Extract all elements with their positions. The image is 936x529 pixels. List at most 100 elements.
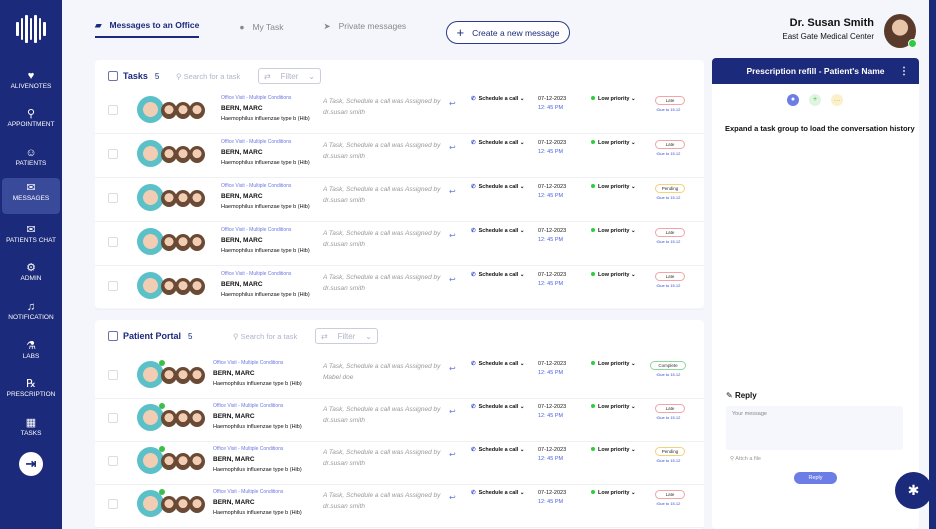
select-all-checkbox[interactable] — [108, 331, 118, 341]
select-all-checkbox[interactable] — [108, 71, 118, 81]
visit-category[interactable]: Office Visit - Multiple Conditions — [221, 271, 311, 277]
patient-name: BERN, MARC — [213, 413, 255, 420]
action-dropdown[interactable]: ✆ Schedule a call ⌄ — [471, 490, 525, 496]
priority-dropdown[interactable]: Low priority ⌄ — [591, 404, 636, 410]
priority-dropdown[interactable]: Low priority ⌄ — [591, 184, 636, 190]
priority-dropdown[interactable]: Low priority ⌄ — [591, 96, 636, 102]
reply-icon[interactable]: ↩ — [449, 143, 456, 152]
sidebar-item-patients-chat[interactable]: ✉ PATIENTS CHAT — [2, 220, 60, 256]
tab-messages-to-office[interactable]: ▰ Messages to an Office — [95, 20, 200, 38]
table-row[interactable]: Office Visit - Multiple Conditions BERN, … — [95, 222, 704, 266]
reply-icon[interactable]: ↩ — [449, 187, 456, 196]
reply-icon[interactable]: ↩ — [449, 231, 456, 240]
reply-button[interactable]: Reply — [794, 472, 837, 484]
priority-dropdown[interactable]: Low priority ⌄ — [591, 140, 636, 146]
sidebar-item-tasks[interactable]: ▦ TASKS — [2, 413, 60, 449]
action-dropdown[interactable]: ✆ Schedule a call ⌄ — [471, 228, 525, 234]
row-checkbox[interactable] — [108, 413, 118, 423]
tab-private-messages[interactable]: ➤ Private messages — [323, 21, 406, 37]
table-row[interactable]: Office Visit - Multiple Conditions BERN, … — [95, 90, 704, 134]
action-dropdown[interactable]: ✆ Schedule a call ⌄ — [471, 272, 525, 278]
table-row[interactable]: Office Visit - Multiple Conditions BERN, … — [95, 266, 704, 310]
user-icon[interactable]: ● — [787, 94, 799, 106]
filter-icon: ⇄ — [321, 331, 328, 341]
action-dropdown[interactable]: ✆ Schedule a call ⌄ — [471, 361, 525, 367]
priority-label: Low priority — [598, 184, 630, 190]
filter-label: Filter — [280, 71, 299, 81]
priority-dropdown[interactable]: Low priority ⌄ — [591, 272, 636, 278]
table-row[interactable]: Office Visit - Multiple Conditions BERN, … — [95, 134, 704, 178]
visit-category[interactable]: Office Visit - Multiple Conditions — [213, 446, 313, 452]
reply-icon[interactable]: ↩ — [449, 364, 456, 373]
filter-dropdown[interactable]: ⇄ Filter ⌄ — [315, 328, 378, 344]
avatar — [137, 184, 164, 211]
diagnosis: Haemophilus influenzae type b (Hib) — [213, 467, 302, 473]
priority-dropdown[interactable]: Low priority ⌄ — [591, 228, 636, 234]
logout-button[interactable]: ⇥ — [19, 452, 43, 476]
more-icon[interactable]: … — [831, 94, 843, 106]
sidebar-item-prescription[interactable]: ℞ PRESCRIPTION — [2, 374, 60, 410]
sidebar-item-labs[interactable]: ⚗ LABS — [2, 336, 60, 372]
priority-dropdown[interactable]: Low priority ⌄ — [591, 361, 636, 367]
row-checkbox[interactable] — [108, 193, 118, 203]
search-input[interactable]: ⚲ Search for a task — [233, 332, 297, 341]
search-input[interactable]: ⚲ Search for a task — [176, 72, 240, 81]
table-row[interactable]: Office Visit - Multiple Conditions BERN, … — [95, 441, 704, 485]
row-checkbox[interactable] — [108, 370, 118, 380]
time-value: 12: 45 PM — [538, 370, 564, 376]
row-checkbox[interactable] — [108, 237, 118, 247]
visit-category[interactable]: Office Visit - Multiple Conditions — [213, 360, 313, 366]
message-input[interactable]: Your message — [726, 406, 903, 450]
visit-category[interactable]: Office Visit - Multiple Conditions — [213, 489, 313, 495]
scrollbar[interactable] — [929, 0, 936, 529]
user-avatar[interactable] — [884, 14, 917, 48]
due-date: ▫Due to 15.12 — [656, 458, 681, 463]
assignment-text: A Task, Schedule a call was Assigned by … — [323, 230, 441, 248]
section-title: Patient Portal — [123, 331, 182, 341]
priority-dropdown[interactable]: Low priority ⌄ — [591, 447, 636, 453]
row-checkbox[interactable] — [108, 456, 118, 466]
table-row[interactable]: Office Visit - Multiple Conditions BERN, … — [95, 398, 704, 442]
assistant-fab[interactable]: ✱ — [895, 472, 932, 509]
table-row[interactable]: Office Visit - Multiple Conditions BERN, … — [95, 355, 704, 399]
patient-name: BERN, MARC — [221, 149, 263, 156]
visit-category[interactable]: Office Visit - Multiple Conditions — [221, 95, 311, 101]
action-dropdown[interactable]: ✆ Schedule a call ⌄ — [471, 184, 525, 190]
table-row[interactable]: Office Visit - Multiple Conditions BERN, … — [95, 484, 704, 528]
reply-icon[interactable]: ↩ — [449, 275, 456, 284]
sidebar-item-admin[interactable]: ⚙ ADMIN — [2, 258, 60, 294]
visit-category[interactable]: Office Visit - Multiple Conditions — [221, 139, 311, 145]
row-checkbox[interactable] — [108, 281, 118, 291]
visit-category[interactable]: Office Visit - Multiple Conditions — [221, 227, 311, 233]
reply-icon[interactable]: ↩ — [449, 99, 456, 108]
sidebar-item-notification[interactable]: ♫ NOTIFICATION — [2, 297, 60, 333]
create-label: Create a new message — [472, 27, 560, 38]
reply-icon[interactable]: ↩ — [449, 450, 456, 459]
table-row[interactable]: Office Visit - Multiple Conditions BERN, … — [95, 178, 704, 222]
sidebar-item-messages[interactable]: ✉ MESSAGES — [2, 178, 60, 214]
action-dropdown[interactable]: ✆ Schedule a call ⌄ — [471, 140, 525, 146]
row-checkbox[interactable] — [108, 105, 118, 115]
sidebar-item-appointment[interactable]: ⚲ APPOINTMENT — [2, 104, 60, 140]
visit-category[interactable]: Office Visit - Multiple Conditions — [213, 403, 313, 409]
tab-my-task[interactable]: ● My Task — [239, 22, 283, 37]
create-message-button[interactable]: + Create a new message — [446, 21, 570, 44]
nav-icon: ✉ — [26, 224, 36, 236]
sidebar-item-alivenotes[interactable]: ♥ ALIVENOTES — [2, 66, 60, 102]
action-dropdown[interactable]: ✆ Schedule a call ⌄ — [471, 447, 525, 453]
priority-label: Low priority — [598, 228, 630, 234]
action-dropdown[interactable]: ✆ Schedule a call ⌄ — [471, 96, 525, 102]
filter-dropdown[interactable]: ⇄ Filter ⌄ — [258, 68, 321, 84]
reply-icon[interactable]: ↩ — [449, 493, 456, 502]
sidebar-item-patients[interactable]: ☺ PATIENTS — [2, 143, 60, 179]
action-dropdown[interactable]: ✆ Schedule a call ⌄ — [471, 404, 525, 410]
row-checkbox[interactable] — [108, 499, 118, 509]
row-checkbox[interactable] — [108, 149, 118, 159]
visit-category[interactable]: Office Visit - Multiple Conditions — [221, 183, 311, 189]
priority-dropdown[interactable]: Low priority ⌄ — [591, 490, 636, 496]
more-menu-icon[interactable]: ⋮ — [899, 66, 909, 77]
reply-icon[interactable]: ↩ — [449, 407, 456, 416]
add-icon[interactable]: + — [809, 94, 821, 106]
attach-file-link[interactable]: ⚲ Attch a file — [730, 456, 761, 462]
patient-name: BERN, MARC — [221, 193, 263, 200]
